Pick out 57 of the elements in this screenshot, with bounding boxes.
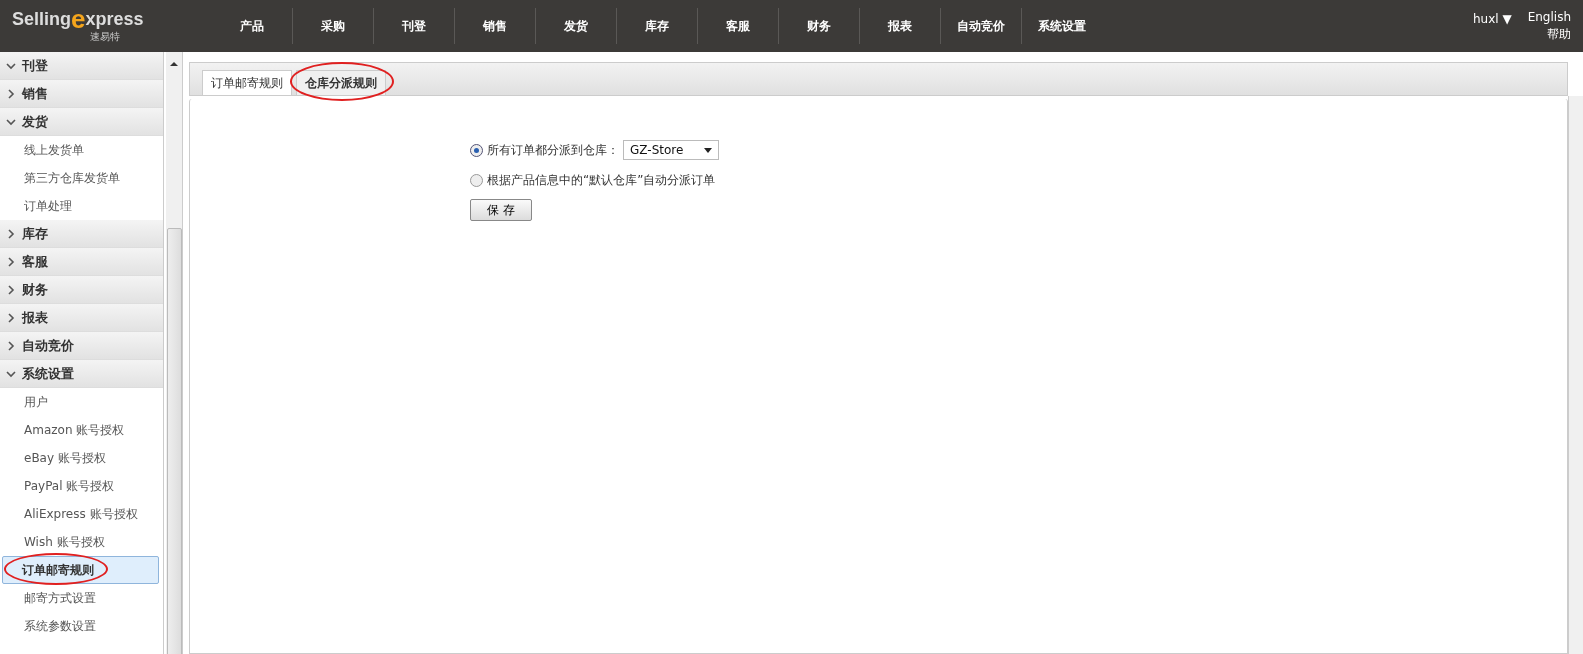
option-label: 根据产品信息中的“默认仓库”自动分派订单 <box>487 171 716 189</box>
sidebar-item[interactable]: 订单邮寄规则 <box>2 556 159 584</box>
sidebar-section[interactable]: 刊登 <box>0 52 163 80</box>
chevron-right-icon <box>6 340 16 351</box>
chevron-right-icon <box>6 228 16 239</box>
sidebar-section[interactable]: 库存 <box>0 220 163 248</box>
radio-button[interactable] <box>470 173 483 187</box>
logo: Sellingexpress 速易特 <box>11 8 145 44</box>
help-link[interactable]: 帮助 <box>1547 25 1571 43</box>
sidebar-section[interactable]: 自动竞价 <box>0 332 163 360</box>
chevron-right-icon <box>6 88 16 99</box>
scrollbar-thumb[interactable] <box>167 228 182 654</box>
nav-item[interactable]: 系统设置 <box>1021 8 1102 44</box>
sidebar-item[interactable]: 系统参数设置 <box>0 612 163 640</box>
nav-item[interactable]: 自动竞价 <box>940 8 1021 44</box>
nav-item[interactable]: 采购 <box>292 8 373 44</box>
nav-item[interactable]: 报表 <box>859 8 940 44</box>
save-button[interactable]: 保 存 <box>470 199 532 221</box>
language-link[interactable]: English <box>1527 9 1571 24</box>
tab[interactable]: 订单邮寄规则 <box>202 70 292 95</box>
sidebar-item[interactable]: 第三方仓库发货单 <box>0 164 163 192</box>
sidebar-section[interactable]: 销售 <box>0 80 163 108</box>
sidebar-item[interactable]: 用户 <box>0 388 163 416</box>
user-menu[interactable]: huxl ▼ <box>1472 12 1512 26</box>
chevron-down-icon <box>6 368 16 379</box>
sidebar-item[interactable]: Wish 账号授权 <box>0 528 163 556</box>
chevron-right-icon <box>6 312 16 323</box>
sidebar-section[interactable]: 发货 <box>0 108 163 136</box>
scrollbar[interactable] <box>1568 96 1583 654</box>
nav-item[interactable]: 销售 <box>454 8 535 44</box>
scroll-up-icon[interactable] <box>170 62 178 66</box>
sidebar-item[interactable]: 订单处理 <box>0 192 163 220</box>
sidebar-section[interactable]: 客服 <box>0 248 163 276</box>
tab[interactable]: 仓库分派规则 <box>296 70 386 95</box>
radio-button[interactable] <box>470 143 483 157</box>
sidebar-item[interactable]: AliExpress 账号授权 <box>0 500 163 528</box>
sidebar-section[interactable]: 财务 <box>0 276 163 304</box>
nav-item[interactable]: 库存 <box>616 8 697 44</box>
chevron-right-icon <box>6 284 16 295</box>
sidebar-item[interactable]: 线上发货单 <box>0 136 163 164</box>
sidebar-item[interactable]: 邮寄方式设置 <box>0 584 163 612</box>
sidebar-item[interactable]: PayPal 账号授权 <box>0 472 163 500</box>
chevron-right-icon <box>6 256 16 267</box>
nav-item[interactable]: 财务 <box>778 8 859 44</box>
warehouse-select[interactable]: GZ-Store <box>623 140 719 160</box>
nav-item[interactable]: 发货 <box>535 8 616 44</box>
dropdown-caret-icon <box>704 147 712 153</box>
chevron-down-icon <box>6 60 16 71</box>
sidebar-section[interactable]: 系统设置 <box>0 360 163 388</box>
chevron-down-icon <box>6 116 16 127</box>
sidebar-item[interactable]: Amazon 账号授权 <box>0 416 163 444</box>
nav-item[interactable]: 产品 <box>212 8 292 44</box>
sidebar-section[interactable]: 报表 <box>0 304 163 332</box>
nav-item[interactable]: 客服 <box>697 8 778 44</box>
sidebar-item[interactable]: eBay 账号授权 <box>0 444 163 472</box>
nav-item[interactable]: 刊登 <box>373 8 454 44</box>
option-label: 所有订单都分派到仓库： <box>487 141 619 159</box>
